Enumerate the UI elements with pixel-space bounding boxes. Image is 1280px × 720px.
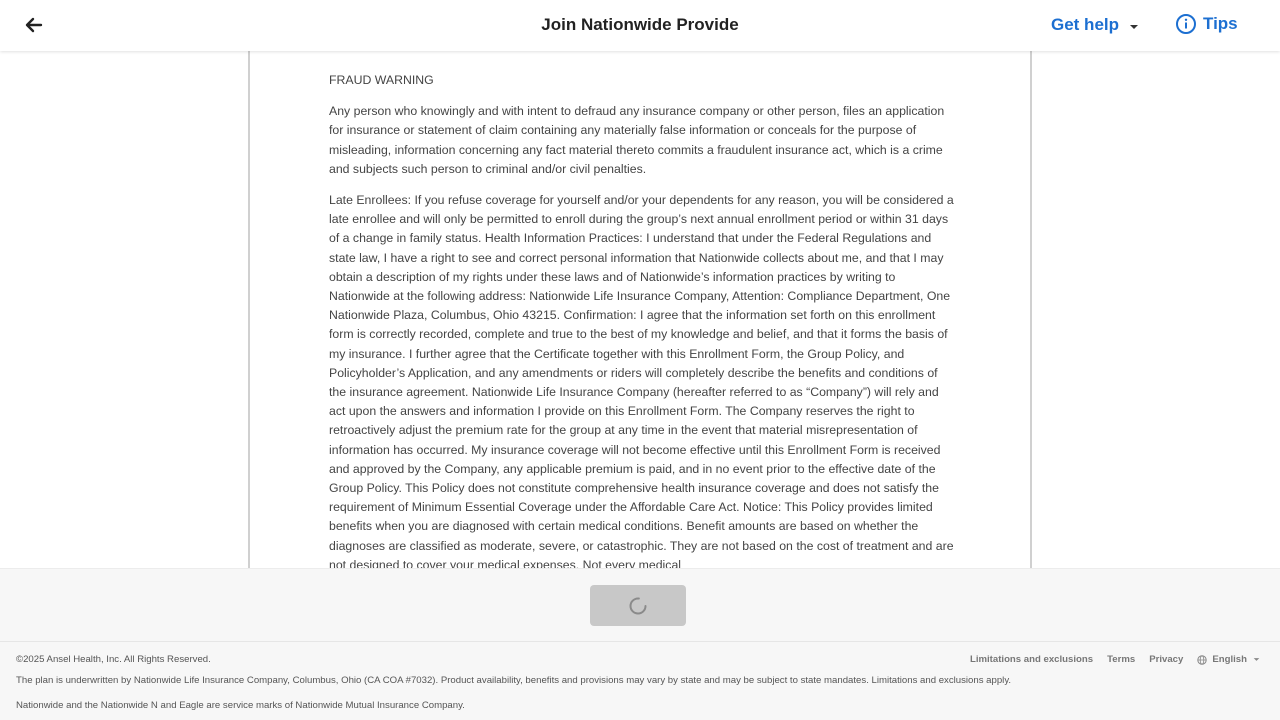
enrollment-document[interactable]: FRAUD WARNING Any person who knowingly a… (248, 51, 1032, 568)
submit-button-loading[interactable] (590, 585, 686, 626)
top-header: Join Nationwide Provide Get help Tips (0, 0, 1280, 51)
copyright-text: ©2025 Ansel Health, Inc. All Rights Rese… (16, 654, 211, 665)
get-help-label: Get help (1051, 15, 1120, 34)
late-enrollees-paragraph: Late Enrollees: If you refuse coverage f… (329, 193, 954, 568)
footer: ©2025 Ansel Health, Inc. All Rights Rese… (0, 641, 1280, 720)
globe-icon (1197, 654, 1208, 665)
privacy-link[interactable]: Privacy (1149, 654, 1183, 665)
action-bar (0, 568, 1280, 641)
tips-label: Tips (1203, 14, 1238, 33)
info-circle-icon (1176, 14, 1196, 34)
footer-links: Limitations and exclusions Terms Privacy… (956, 654, 1260, 665)
terms-link[interactable]: Terms (1107, 654, 1135, 665)
service-mark-disclaimer: Nationwide and the Nationwide N and Eagl… (16, 700, 465, 711)
get-help-dropdown[interactable]: Get help (1051, 15, 1139, 35)
tips-button[interactable]: Tips (1175, 13, 1238, 35)
fraud-warning-heading: FRAUD WARNING (329, 73, 434, 87)
language-label: English (1212, 654, 1247, 665)
arrow-left-icon (25, 17, 43, 33)
fraud-warning-paragraph: Any person who knowingly and with intent… (329, 104, 945, 176)
chevron-down-icon (1253, 658, 1260, 661)
document-body: FRAUD WARNING Any person who knowingly a… (329, 71, 955, 568)
back-button[interactable] (22, 13, 46, 37)
document-viewer[interactable]: FRAUD WARNING Any person who knowingly a… (0, 51, 1280, 568)
language-selector[interactable]: English (1197, 654, 1260, 665)
underwriter-disclaimer: The plan is underwritten by Nationwide L… (16, 675, 1012, 686)
limitations-link[interactable]: Limitations and exclusions (970, 654, 1093, 665)
loading-spinner-icon (629, 597, 647, 614)
chevron-down-icon (1130, 24, 1139, 29)
